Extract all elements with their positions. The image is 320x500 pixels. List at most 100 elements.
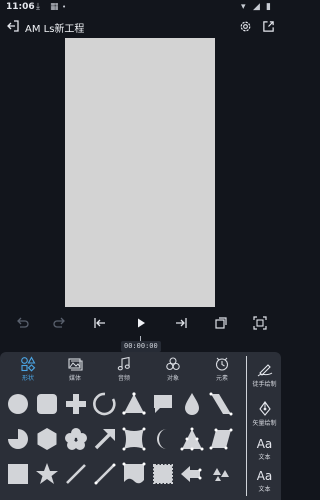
timecode: 00:00:00 [121, 341, 161, 352]
project-title: AM Ls新工程 [25, 24, 85, 35]
notification-icon: ▦ [50, 2, 59, 12]
tab-audio[interactable]: 音频 [102, 354, 146, 384]
triangle-nodes-icon [180, 427, 204, 451]
shape-speech-bubble[interactable] [149, 390, 177, 418]
freehand-label: 徒手绘制 [252, 381, 277, 388]
battery-icon: ▮ [266, 2, 271, 12]
triangles-icon [213, 468, 229, 481]
shape-rounded-square[interactable] [33, 390, 61, 418]
tab-label: 形状 [21, 375, 34, 382]
shape-rhombus-nodes[interactable] [207, 425, 235, 453]
layers-icon[interactable] [213, 315, 229, 331]
freehand-draw-button[interactable]: 徒手绘制 [248, 360, 281, 388]
tab-label: 对象 [166, 375, 179, 382]
tab-label: 音频 [117, 375, 130, 382]
export-icon[interactable] [262, 20, 275, 33]
redo-icon[interactable] [52, 315, 68, 331]
shape-triangle-multi-nodes[interactable] [178, 425, 206, 453]
text-label: 文本 [258, 486, 271, 493]
panel-divider [246, 356, 247, 496]
shape-hexagon[interactable] [33, 425, 61, 453]
shape-crescent[interactable] [149, 425, 177, 453]
line-icon [66, 464, 86, 484]
tab-elements[interactable]: 元素 [200, 354, 244, 384]
pen-icon [257, 364, 272, 377]
settings-icon[interactable] [239, 20, 252, 33]
shape-grid [0, 388, 246, 500]
dot-icon: • [62, 3, 67, 11]
wifi-icon: ▾ [241, 2, 246, 12]
shape-arrow-left-nodes[interactable] [178, 460, 206, 488]
shape-flower[interactable] [62, 425, 90, 453]
square-icon [8, 464, 28, 484]
canvas-area [0, 38, 281, 308]
rhombus-icon [209, 428, 233, 450]
category-tabs: 形状 媒体 音频 对象 元素 [0, 354, 246, 384]
playback-bar [0, 310, 281, 336]
shape-line[interactable] [91, 460, 119, 488]
music-note-icon [117, 356, 130, 371]
download-icon: ⤓ [36, 2, 40, 12]
drop-icon [185, 393, 199, 415]
shape-plus[interactable] [62, 390, 90, 418]
flower-icon [65, 428, 87, 450]
page-indicator [127, 494, 155, 498]
triangle-icon [122, 392, 146, 415]
tab-shapes[interactable]: 形状 [6, 354, 50, 384]
project-canvas[interactable] [65, 38, 215, 307]
arrow-icon [94, 429, 115, 450]
text-icon: Aa [256, 437, 273, 451]
skip-start-icon[interactable] [92, 315, 108, 331]
shape-stamp[interactable] [149, 460, 177, 488]
tab-label: 媒体 [68, 375, 81, 382]
skip-end-icon[interactable] [173, 315, 189, 331]
exit-icon[interactable] [6, 19, 20, 33]
arrow-left-icon [181, 466, 202, 482]
shape-line-nodes[interactable] [62, 460, 90, 488]
shape-square[interactable] [4, 460, 32, 488]
vector-draw-button[interactable]: 矢量绘制 [248, 399, 281, 427]
tab-objects[interactable]: 对象 [151, 354, 195, 384]
tab-label: 元素 [215, 375, 228, 382]
text-label: 文本 [258, 454, 271, 461]
fit-screen-icon[interactable] [252, 315, 268, 331]
shape-triangle-nodes[interactable] [120, 390, 148, 418]
play-icon[interactable] [133, 315, 149, 331]
pen-nib-icon [258, 401, 271, 416]
shape-arrow[interactable] [91, 425, 119, 453]
media-icon [68, 358, 83, 371]
elements-icon [215, 357, 229, 371]
shape-circle[interactable] [4, 390, 32, 418]
shape-pie[interactable] [4, 425, 32, 453]
parallelogram-icon [209, 392, 233, 416]
undo-icon[interactable] [14, 315, 30, 331]
text-button-2[interactable]: Aa 文本 [248, 469, 281, 494]
shape-parallelogram-nodes[interactable] [207, 390, 235, 418]
star-icon [36, 463, 58, 484]
shapes-icon [21, 356, 36, 372]
hexagon-icon [37, 428, 57, 450]
concave-square-icon [122, 427, 146, 451]
arc-icon [93, 392, 116, 416]
shape-star[interactable] [33, 460, 61, 488]
shape-drop[interactable] [178, 390, 206, 418]
vector-label: 矢量绘制 [252, 420, 277, 427]
stamp-icon [153, 464, 173, 484]
wave-square-icon [122, 462, 146, 484]
shape-triangles[interactable] [207, 460, 235, 488]
status-bar: 11:06 ⤓ ▦ • ▾ ◢ ▮ [0, 0, 281, 16]
shape-star-square-nodes[interactable] [120, 425, 148, 453]
objects-icon [166, 357, 180, 371]
shape-arc[interactable] [91, 390, 119, 418]
rounded-square-icon [37, 394, 57, 414]
diagonal-line-icon [94, 463, 116, 485]
circle-icon [8, 394, 28, 414]
plus-icon [66, 394, 86, 414]
shape-panel: 形状 媒体 音频 对象 元素 徒手绘制 矢量绘制 Aa 文本 Aa 文本 [0, 352, 281, 500]
pie-icon [8, 429, 28, 449]
text-icon: Aa [256, 469, 273, 483]
shape-wave-square[interactable] [120, 460, 148, 488]
app-bar: AM Ls新工程 [0, 16, 281, 38]
text-button-1[interactable]: Aa 文本 [248, 437, 281, 462]
tab-media[interactable]: 媒体 [53, 354, 97, 384]
